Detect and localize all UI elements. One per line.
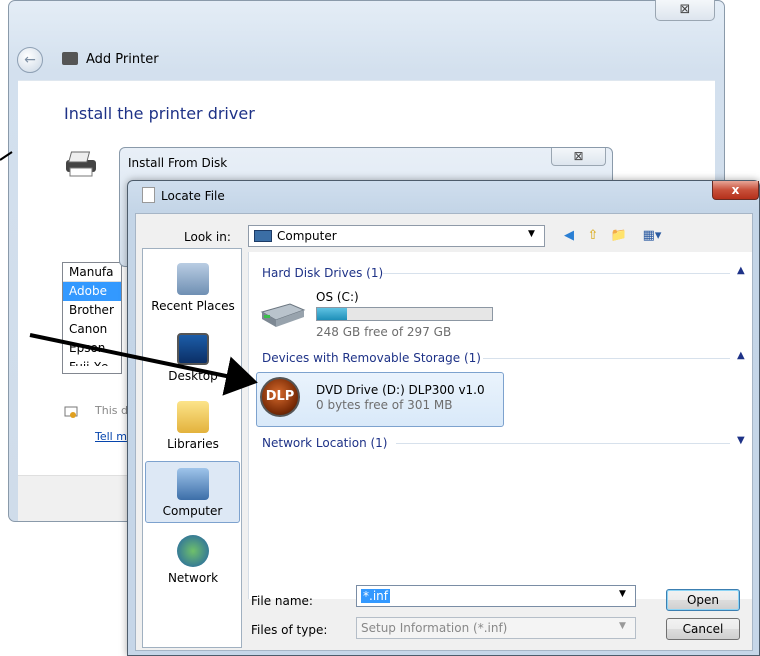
place-libraries[interactable]: Libraries [143, 395, 243, 460]
place-computer[interactable]: Computer [145, 461, 240, 523]
group-header-network[interactable]: Network Location (1) [262, 436, 387, 450]
manufacturer-list[interactable]: Manufa Adobe Brother Canon Epson Fuji Xe [62, 262, 122, 374]
certificate-icon [64, 406, 78, 418]
locate-file-close-button[interactable]: x [712, 181, 759, 200]
drive-name[interactable]: OS (C:) [316, 290, 359, 304]
divider [383, 273, 730, 274]
list-item[interactable]: Canon [63, 320, 121, 339]
list-header[interactable]: Manufa [63, 263, 121, 282]
look-in-label: Look in: [184, 230, 231, 244]
signature-warning-text: This d [95, 404, 128, 417]
view-menu-icon[interactable]: ▦▾ [637, 227, 667, 245]
desktop-icon [177, 333, 209, 365]
tell-me-link[interactable]: Tell m [95, 430, 127, 443]
place-label: Computer [162, 504, 223, 518]
list-item[interactable]: Epson [63, 339, 121, 358]
install-from-disk-title: Install From Disk [128, 156, 228, 170]
place-label: Recent Places [151, 299, 235, 313]
chevron-down-icon[interactable]: ▼ [619, 621, 626, 631]
place-network[interactable]: Network [143, 529, 243, 594]
printer-small-icon [62, 52, 78, 65]
back-icon[interactable]: ◀ [560, 227, 578, 245]
place-label: Network [167, 571, 219, 585]
drive-free-space: 248 GB free of 297 GB [316, 325, 452, 339]
group-header-hard-disk[interactable]: Hard Disk Drives (1) [262, 266, 383, 280]
list-item[interactable]: Brother [63, 301, 121, 320]
files-of-type-label: Files of type: [251, 623, 328, 637]
new-folder-icon[interactable]: 📁 [610, 227, 628, 245]
places-bar: Recent Places Desktop Libraries Computer… [142, 248, 242, 648]
divider [396, 443, 730, 444]
place-label: Libraries [167, 437, 219, 451]
place-desktop[interactable]: Desktop [143, 327, 243, 392]
list-item[interactable]: Adobe [63, 282, 121, 301]
document-icon [142, 187, 155, 203]
back-arrow-icon[interactable]: ← [17, 47, 43, 73]
add-printer-close-button[interactable]: ⊠ [655, 0, 715, 21]
collapse-icon[interactable]: ▲ [737, 265, 745, 276]
divider [483, 358, 730, 359]
page-heading: Install the printer driver [64, 104, 255, 123]
place-label: Desktop [168, 369, 218, 383]
dlp-logo-icon: DLP [260, 377, 300, 417]
add-printer-title: Add Printer [86, 52, 159, 67]
files-of-type-select[interactable]: Setup Information (*.inf) [356, 617, 636, 639]
disk-usage-fill [317, 308, 347, 320]
locate-file-title: Locate File [161, 189, 225, 203]
up-folder-icon[interactable]: ⇧ [584, 227, 602, 245]
file-name-label: File name: [251, 594, 313, 608]
file-name-value[interactable]: *.inf [361, 589, 390, 603]
hard-drive-icon [260, 303, 306, 327]
recent-places-icon [177, 263, 209, 295]
computer-small-icon [254, 230, 272, 242]
drive-name[interactable]: DVD Drive (D:) DLP300 v1.0 [316, 383, 485, 397]
chevron-down-icon[interactable]: ▼ [528, 229, 535, 239]
libraries-icon [177, 401, 209, 433]
cancel-button[interactable]: Cancel [666, 618, 740, 640]
collapse-icon[interactable]: ▲ [737, 350, 745, 361]
look-in-select[interactable]: Computer [248, 225, 545, 247]
file-name-input[interactable]: *.inf [356, 585, 636, 607]
drive-free-space: 0 bytes free of 301 MB [316, 398, 453, 412]
group-header-removable[interactable]: Devices with Removable Storage (1) [262, 351, 481, 365]
printer-icon [66, 151, 96, 177]
list-item[interactable]: Fuji Xe [63, 358, 121, 366]
expand-icon[interactable]: ▼ [737, 435, 745, 446]
install-from-disk-close-button[interactable]: ⊠ [551, 148, 606, 166]
network-icon [177, 535, 209, 567]
open-button[interactable]: Open [666, 589, 740, 611]
place-recent-places[interactable]: Recent Places [143, 257, 243, 322]
computer-icon [176, 468, 209, 500]
chevron-down-icon[interactable]: ▼ [619, 589, 626, 599]
